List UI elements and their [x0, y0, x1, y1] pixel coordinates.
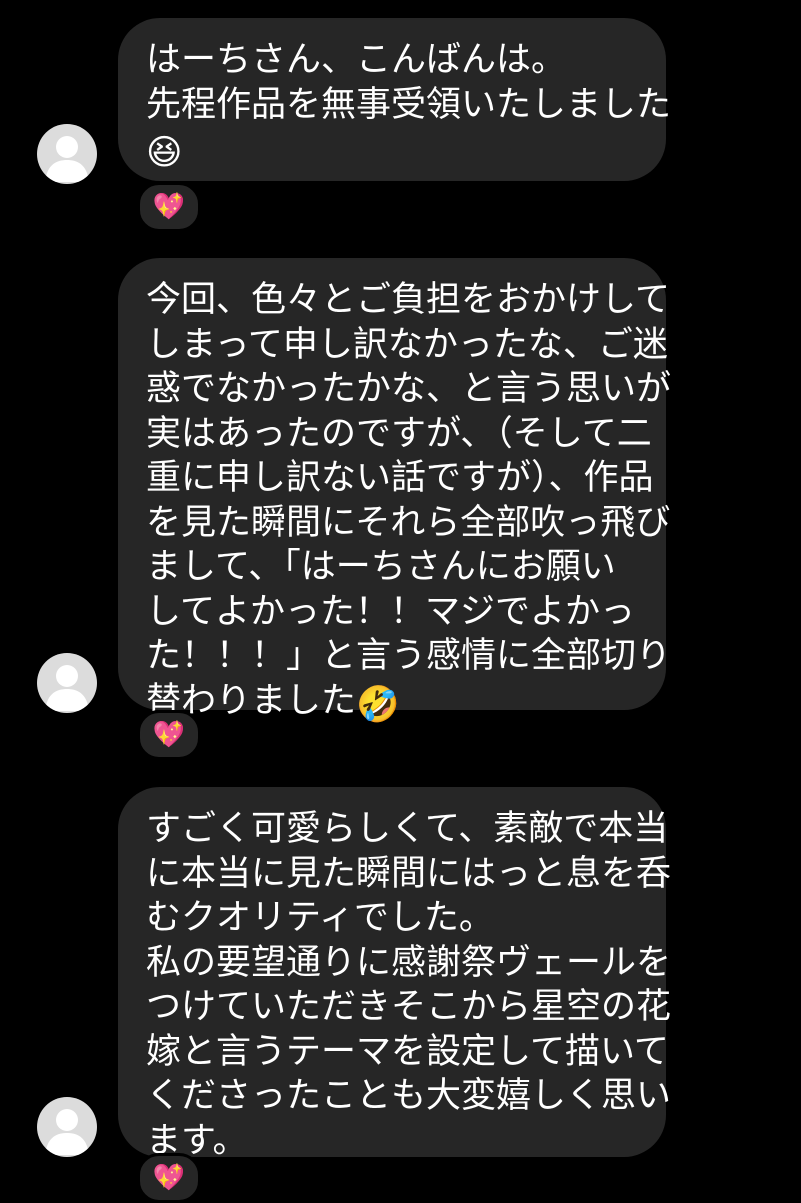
message-line: 実はあったのですが、（そして二: [146, 413, 652, 454]
avatar[interactable]: [37, 653, 97, 713]
default-user-icon: [45, 1109, 89, 1155]
message-line: つけていただきそこから星空の花: [146, 987, 672, 1027]
message-bubble[interactable]: 今回、色々とご負担をおかけして しまって申し訳なかったな、ご迷 惑でなかったかな…: [118, 258, 672, 725]
sparkling-heart-icon: 💖: [152, 192, 186, 222]
message-line: に本当に見た瞬間にはっと息を呑: [146, 853, 672, 894]
message-line: 私の要望通りに感謝祭ヴェールを: [146, 942, 672, 983]
avatar[interactable]: [37, 1097, 97, 1157]
laughing-emoji-icon: 😆: [146, 133, 183, 173]
message-line: すごく可愛らしくて、素敵で本当: [146, 809, 669, 849]
default-user-icon: [45, 665, 89, 711]
message-line: しまって申し訳なかったな、ご迷: [146, 324, 668, 365]
sparkling-heart-icon: 💖: [152, 1163, 186, 1193]
message-line: 惑でなかったかな、と言う思いが: [146, 369, 672, 409]
default-user-icon: [45, 136, 89, 182]
message-line: してよかった！！マジでよかっ: [146, 591, 635, 632]
message-bubble[interactable]: すごく可愛らしくて、素敵で本当 に本当に見た瞬間にはっと息を呑 むクオリティでし…: [118, 787, 672, 1161]
message-line: 今回、色々とご負担をおかけして: [146, 280, 670, 320]
sparkling-heart-icon: 💖: [152, 720, 186, 750]
message-line: た！！！」と言う感情に全部切り: [146, 636, 672, 676]
message-line: ます。: [146, 1120, 248, 1161]
reaction-badge[interactable]: 💖: [137, 710, 201, 760]
message-line: 先程作品を無事受領いたしました: [146, 84, 672, 125]
avatar[interactable]: [37, 124, 97, 184]
message-line: むクオリティでした。: [146, 898, 494, 938]
message-line: 重に申し訳ない話ですが）、作品: [146, 458, 654, 498]
message-line: 嫁と言うテーマを設定して描いて: [146, 1031, 669, 1072]
message-line: はーちさん、こんばんは。: [146, 40, 567, 80]
rofl-emoji-icon: 🤣: [356, 684, 400, 725]
message-bubble[interactable]: はーちさん、こんばんは。 先程作品を無事受領いたしました 😆: [118, 18, 672, 181]
reaction-badge[interactable]: 💖: [137, 182, 201, 232]
message-line: まして、「はーちさんにお願い: [146, 547, 616, 587]
message-line: くださったことも大変嬉しく思い: [146, 1076, 672, 1116]
message-line: を見た瞬間にそれら全部吹っ飛び: [146, 502, 671, 543]
reaction-badge[interactable]: 💖: [137, 1153, 201, 1203]
